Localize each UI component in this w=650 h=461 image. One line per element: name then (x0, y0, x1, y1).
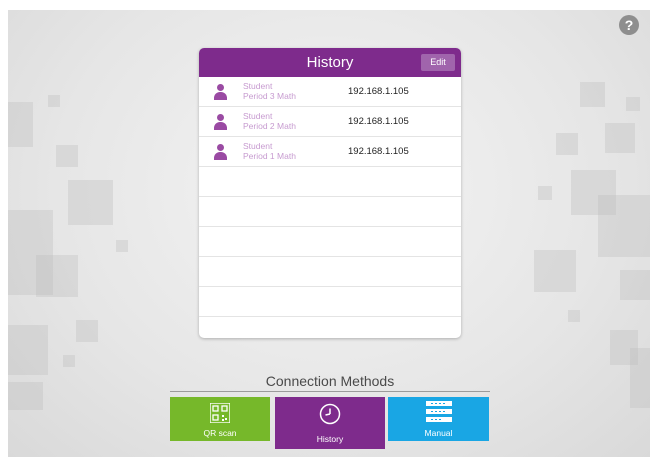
background-square (76, 320, 98, 342)
tab-history[interactable]: History (275, 397, 385, 449)
background-square (580, 82, 605, 107)
background-square (8, 382, 43, 410)
history-panel: History Edit Student Period 3 Math 192.1… (199, 48, 461, 338)
tab-manual[interactable]: Manual (388, 397, 489, 441)
row-ip: 192.168.1.105 (348, 146, 409, 157)
app-frame: ? History Edit Student Period 3 Math 192… (0, 0, 650, 461)
row-name: Student (243, 141, 273, 151)
background-square (568, 310, 580, 322)
row-class: Period 2 Math (243, 121, 296, 131)
connection-methods-title: Connection Methods (265, 373, 395, 389)
clock-icon (319, 403, 341, 425)
student-icon (214, 84, 227, 100)
empty-row (199, 287, 461, 317)
help-icon[interactable]: ? (619, 15, 639, 35)
student-icon (214, 144, 227, 160)
tab-history-label: History (316, 434, 344, 444)
edit-button[interactable]: Edit (421, 54, 455, 71)
tab-qr-label: QR scan (203, 428, 237, 438)
empty-row (199, 257, 461, 287)
background-square (605, 123, 635, 153)
background-square (36, 255, 78, 297)
row-class: Period 1 Math (243, 151, 296, 161)
history-row[interactable]: Student Period 2 Math 192.168.1.105 (199, 107, 461, 137)
row-name: Student (243, 81, 273, 91)
background-square (556, 133, 578, 155)
row-name: Student (243, 111, 273, 121)
tab-manual-label: Manual (424, 428, 453, 438)
history-row[interactable]: Student Period 3 Math 192.168.1.105 (199, 77, 461, 107)
background-square (630, 348, 650, 408)
row-ip: 192.168.1.105 (348, 116, 409, 127)
empty-row (199, 167, 461, 197)
history-header: History Edit (199, 48, 461, 77)
background-square (68, 180, 113, 225)
divider (170, 391, 490, 392)
empty-row (199, 197, 461, 227)
row-class: Period 3 Math (243, 91, 296, 101)
background-square (63, 355, 75, 367)
tab-qr-scan[interactable]: QR scan (170, 397, 270, 441)
background-square (56, 145, 78, 167)
row-ip: 192.168.1.105 (348, 86, 409, 97)
background-square (48, 95, 60, 107)
keypad-icon (426, 401, 452, 422)
background-square (116, 240, 128, 252)
background-square (534, 250, 576, 292)
student-icon (214, 114, 227, 130)
background-square (8, 325, 48, 375)
background-square (620, 270, 650, 300)
background-square (8, 102, 33, 147)
background-square (626, 97, 640, 111)
qr-code-icon (210, 403, 230, 423)
background-square (538, 186, 552, 200)
empty-row (199, 227, 461, 257)
history-row[interactable]: Student Period 1 Math 192.168.1.105 (199, 137, 461, 167)
background-square (598, 195, 650, 257)
